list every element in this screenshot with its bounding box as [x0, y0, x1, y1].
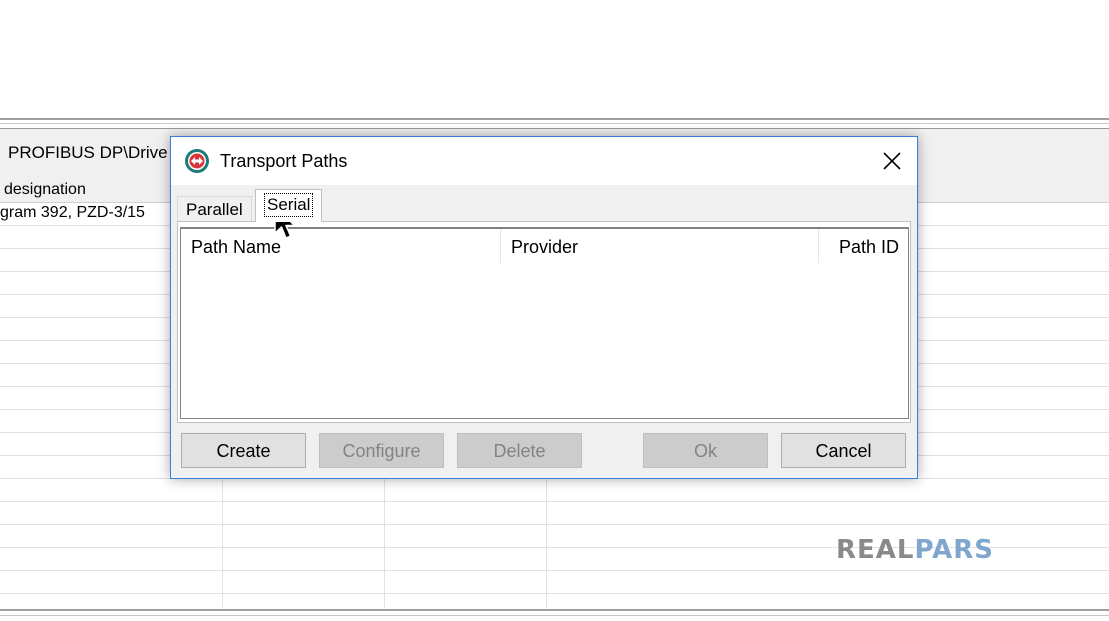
transport-paths-dialog: Transport Paths Parallel Serial Path Nam… — [170, 136, 918, 479]
column-header-provider[interactable]: Provider — [501, 229, 819, 263]
dialog-title: Transport Paths — [220, 151, 348, 171]
table-row[interactable] — [0, 502, 1109, 525]
tab-serial[interactable]: Serial — [255, 189, 323, 222]
background-path-title: PROFIBUS DP\Drive — [8, 143, 168, 162]
column-header-path-name[interactable]: Path Name — [181, 229, 501, 263]
divider — [0, 123, 1109, 124]
divider — [0, 615, 1109, 616]
ok-button[interactable]: Ok — [643, 433, 768, 468]
designation-column-label: designation — [4, 181, 86, 198]
divider — [0, 118, 1109, 120]
configure-button[interactable]: Configure — [319, 433, 444, 468]
tab-panel-serial: Path Name Provider Path ID — [177, 221, 911, 423]
tab-label: Serial — [264, 193, 314, 217]
siemens-transport-icon — [184, 148, 210, 174]
paths-list[interactable]: Path Name Provider Path ID — [180, 227, 909, 419]
column-header-path-id[interactable]: Path ID — [819, 229, 909, 263]
delete-button[interactable]: Delete — [457, 433, 582, 468]
dialog-title-bar[interactable]: Transport Paths — [171, 137, 917, 185]
table-row[interactable] — [0, 571, 1109, 594]
watermark-text-part2: PARS — [914, 535, 995, 565]
table-cell: gram 392, PZD-3/15 — [0, 204, 145, 221]
create-button[interactable]: Create — [181, 433, 306, 468]
watermark-text-part1: REAL — [836, 535, 915, 565]
realpars-watermark-logo: REALPARS — [836, 535, 994, 565]
tab-label: Parallel — [186, 200, 243, 219]
cancel-button[interactable]: Cancel — [781, 433, 906, 468]
close-icon[interactable] — [873, 143, 911, 179]
divider — [0, 609, 1109, 611]
tab-parallel[interactable]: Parallel — [177, 196, 252, 222]
table-row[interactable] — [0, 479, 1109, 502]
